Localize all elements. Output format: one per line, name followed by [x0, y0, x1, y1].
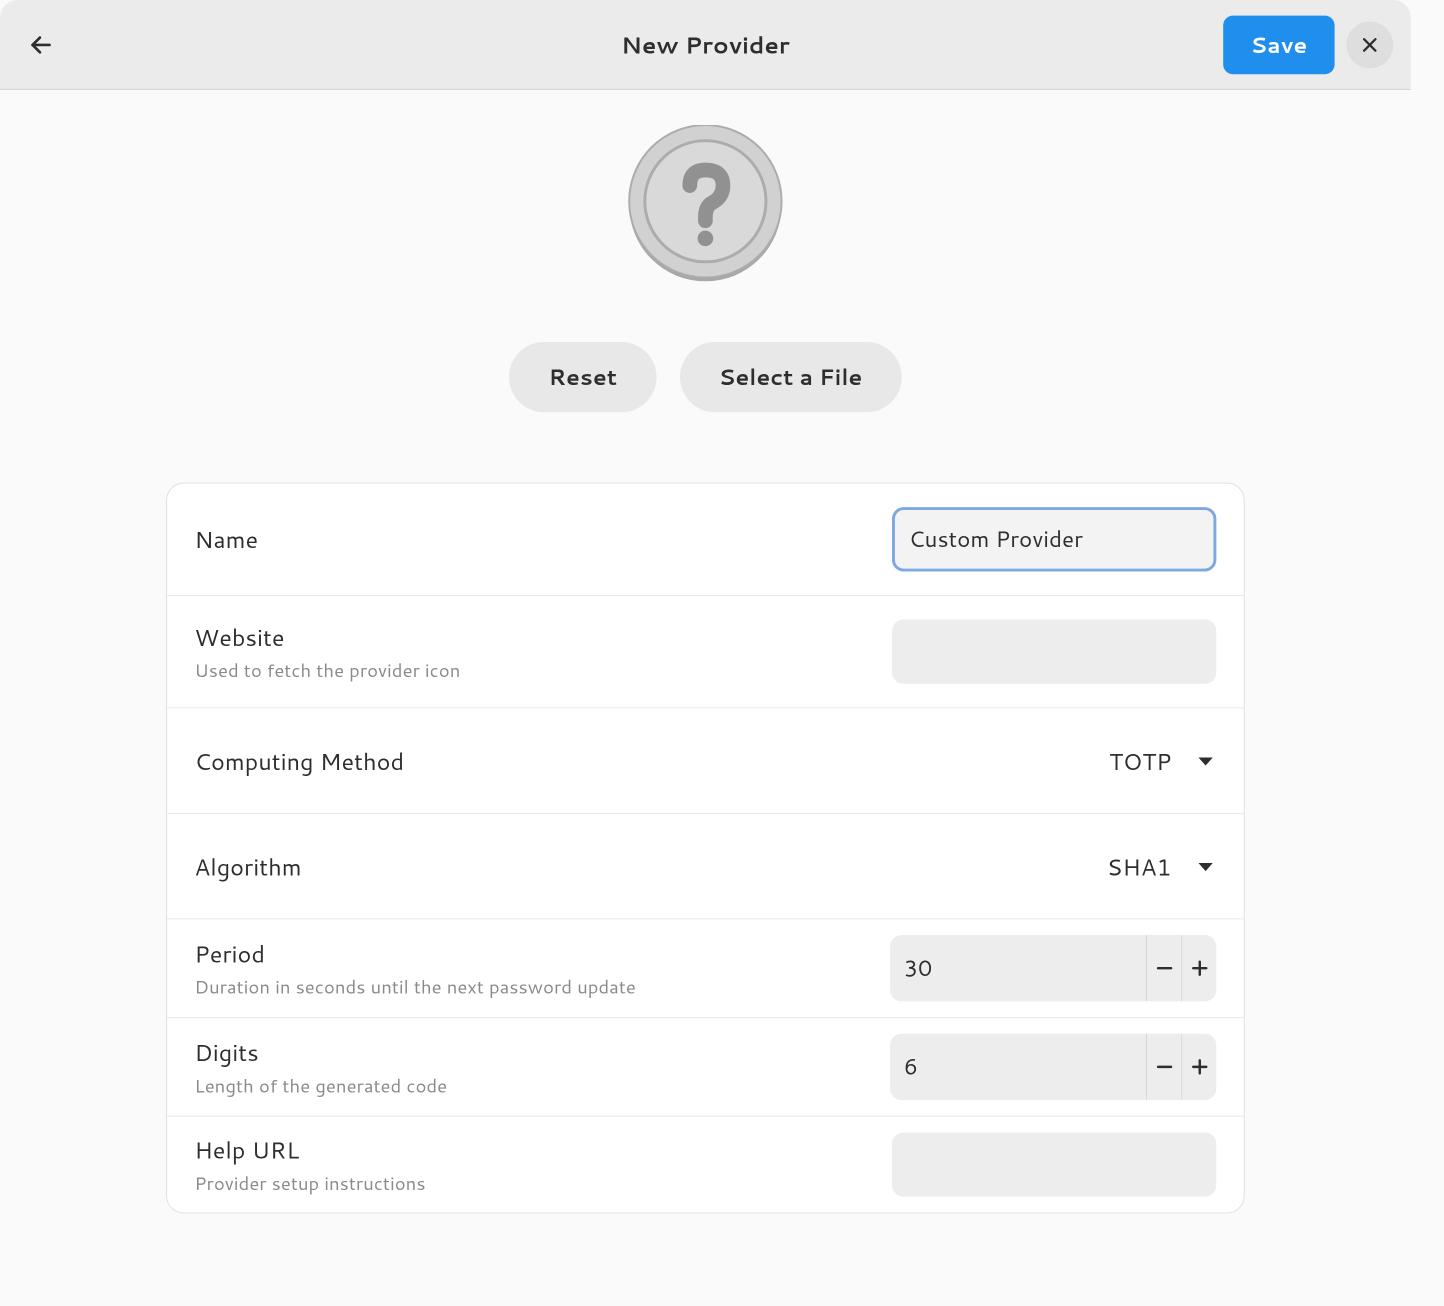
website-subtitle: Used to fetch the provider icon [194, 657, 892, 683]
method-row[interactable]: Computing Method TOTP [167, 708, 1244, 814]
help-url-input[interactable] [892, 1132, 1216, 1196]
name-label: Name [194, 523, 892, 556]
period-increment-button[interactable] [1181, 935, 1216, 1001]
digits-stepper [890, 1034, 1216, 1100]
algorithm-row[interactable]: Algorithm SHA1 [167, 814, 1244, 920]
close-button[interactable] [1346, 21, 1393, 68]
name-input[interactable] [892, 507, 1216, 571]
reset-button[interactable]: Reset [509, 342, 656, 412]
headerbar: New Provider Save [0, 0, 1411, 90]
help-url-label: Help URL [194, 1133, 892, 1166]
page-title: New Provider [621, 28, 790, 61]
back-button[interactable] [18, 21, 65, 68]
method-value: TOTP [1109, 744, 1171, 777]
save-button[interactable]: Save [1223, 15, 1335, 74]
period-row[interactable]: Period Duration in seconds until the nex… [167, 919, 1244, 1018]
provider-icon-placeholder [627, 125, 783, 281]
minus-icon [1154, 958, 1174, 978]
website-row[interactable]: Website Used to fetch the provider icon [167, 596, 1244, 708]
period-input[interactable] [890, 935, 1146, 1001]
plus-icon [1189, 1057, 1209, 1077]
help-url-subtitle: Provider setup instructions [194, 1170, 892, 1196]
website-label: Website [194, 620, 892, 653]
digits-subtitle: Length of the generated code [194, 1072, 890, 1098]
digits-decrement-button[interactable] [1146, 1034, 1181, 1100]
digits-row[interactable]: Digits Length of the generated code [167, 1018, 1244, 1117]
chevron-down-icon [1195, 750, 1216, 771]
method-dropdown[interactable]: TOTP [1109, 744, 1216, 777]
algorithm-label: Algorithm [194, 850, 1106, 883]
chevron-down-icon [1195, 855, 1216, 876]
digits-label: Digits [194, 1035, 890, 1068]
name-row[interactable]: Name [167, 484, 1244, 596]
provider-form: Name Website Used to fetch the provider … [166, 483, 1245, 1214]
period-decrement-button[interactable] [1146, 935, 1181, 1001]
algorithm-dropdown[interactable]: SHA1 [1107, 850, 1217, 883]
digits-input[interactable] [890, 1034, 1146, 1100]
close-icon [1360, 35, 1380, 55]
question-coin-icon [627, 125, 783, 281]
algorithm-value: SHA1 [1107, 850, 1172, 883]
period-label: Period [194, 936, 890, 969]
website-input[interactable] [892, 619, 1216, 683]
period-subtitle: Duration in seconds until the next passw… [194, 974, 890, 1000]
digits-increment-button[interactable] [1181, 1034, 1216, 1100]
select-file-button[interactable]: Select a File [680, 342, 902, 412]
plus-icon [1189, 958, 1209, 978]
period-stepper [890, 935, 1216, 1001]
minus-icon [1154, 1057, 1174, 1077]
method-label: Computing Method [194, 744, 1109, 777]
help-url-row[interactable]: Help URL Provider setup instructions [167, 1117, 1244, 1213]
back-arrow-icon [28, 32, 53, 57]
